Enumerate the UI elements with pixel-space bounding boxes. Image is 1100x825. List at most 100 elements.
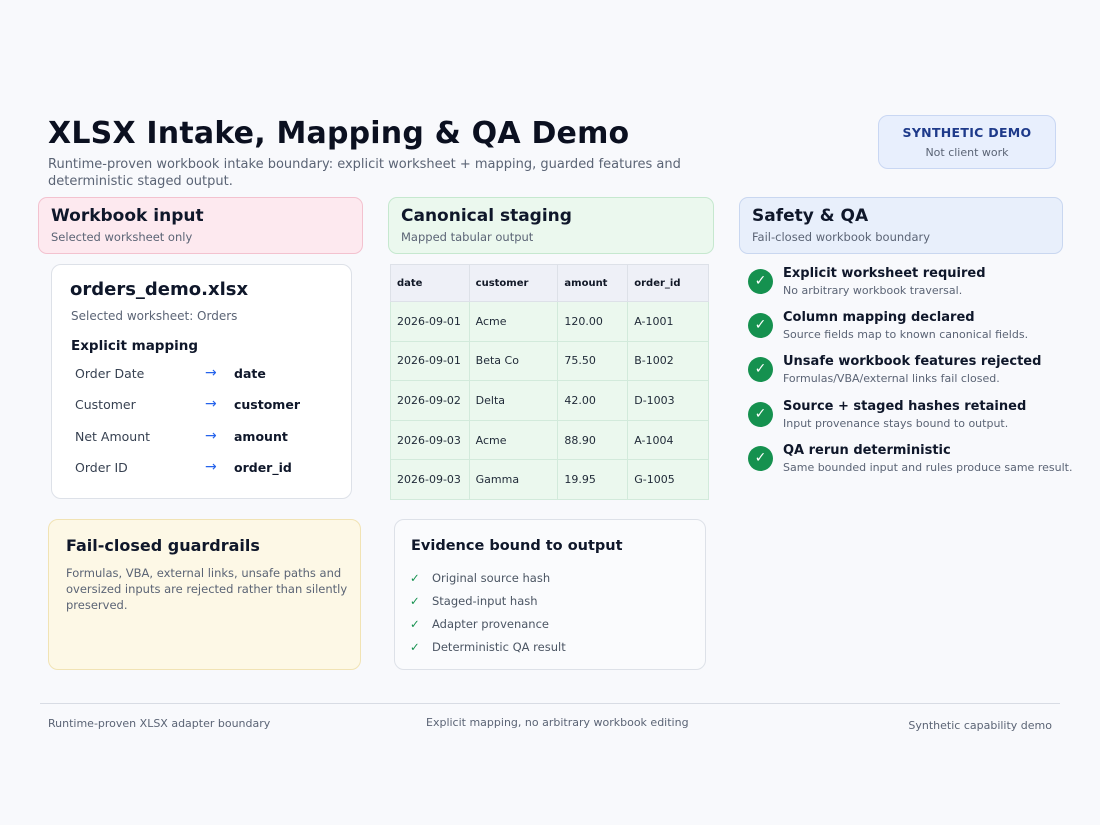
mapping-target: order_id bbox=[234, 460, 292, 475]
evidence-item: ✓ Original source hash bbox=[410, 571, 550, 585]
badge-subtitle: Not client work bbox=[925, 146, 1009, 159]
page-subtitle: Runtime-proven workbook intake boundary:… bbox=[48, 157, 681, 189]
table-row: 2026-09-03 Gamma 19.95 G-1005 bbox=[390, 459, 709, 500]
table-cell: 2026-09-02 bbox=[390, 380, 470, 421]
check-icon: ✓ bbox=[410, 571, 420, 585]
mapping-target: customer bbox=[234, 397, 300, 412]
staging-table: date customer amount order_id 2026-09-01… bbox=[390, 264, 709, 500]
footer-left: Runtime-proven XLSX adapter boundary bbox=[48, 717, 271, 730]
mapping-heading: Explicit mapping bbox=[71, 338, 199, 354]
table-cell: Acme bbox=[468, 419, 559, 461]
workbook-file-card: orders_demo.xlsx Selected worksheet: Ord… bbox=[51, 264, 352, 499]
column-header: customer bbox=[468, 264, 559, 302]
table-cell: G-1005 bbox=[627, 459, 709, 500]
mapping-source: Order ID bbox=[75, 460, 128, 475]
column-subheading: Mapped tabular output bbox=[401, 230, 534, 244]
footer-divider bbox=[40, 703, 1060, 704]
check-circle-icon: ✓ bbox=[748, 446, 773, 471]
table-cell: 2026-09-01 bbox=[390, 301, 470, 342]
check-icon: ✓ bbox=[410, 640, 420, 654]
evidence-heading: Evidence bound to output bbox=[411, 538, 623, 554]
qa-item-title: Explicit worksheet required bbox=[783, 266, 986, 281]
footer-right: Synthetic capability demo bbox=[908, 719, 1052, 732]
qa-item-subtitle: Same bounded input and rules produce sam… bbox=[783, 461, 1073, 474]
arrow-right-icon: → bbox=[205, 459, 217, 475]
table-cell: 2026-09-03 bbox=[390, 419, 470, 461]
table-cell: Gamma bbox=[468, 459, 559, 500]
mapping-target: date bbox=[234, 366, 266, 381]
table-cell: B-1002 bbox=[627, 340, 709, 382]
qa-item-subtitle: No arbitrary workbook traversal. bbox=[783, 284, 963, 297]
table-row: 2026-09-01 Beta Co 75.50 B-1002 bbox=[390, 340, 709, 382]
column-heading: Safety & QA bbox=[752, 206, 869, 226]
synthetic-demo-badge: SYNTHETIC DEMO Not client work bbox=[878, 115, 1056, 169]
column-header: amount bbox=[557, 264, 629, 302]
guardrails-card: Fail-closed guardrails Formulas, VBA, ex… bbox=[48, 519, 361, 670]
table-cell: 75.50 bbox=[557, 340, 629, 382]
table-cell: 120.00 bbox=[557, 301, 629, 342]
column-heading: Workbook input bbox=[51, 206, 204, 226]
column-heading: Canonical staging bbox=[401, 206, 572, 226]
qa-item-subtitle: Formulas/VBA/external links fail closed. bbox=[783, 372, 1000, 385]
safety-qa-header: Safety & QA Fail-closed workbook boundar… bbox=[739, 197, 1063, 254]
arrow-right-icon: → bbox=[205, 365, 217, 381]
table-cell: 19.95 bbox=[557, 459, 629, 500]
qa-item-title: Unsafe workbook features rejected bbox=[783, 354, 1042, 369]
qa-item-title: Column mapping declared bbox=[783, 310, 975, 325]
table-cell: A-1004 bbox=[627, 419, 709, 461]
qa-item-subtitle: Source fields map to known canonical fie… bbox=[783, 328, 1029, 341]
qa-item-subtitle: Input provenance stays bound to output. bbox=[783, 417, 1009, 430]
table-cell: Delta bbox=[468, 380, 559, 421]
guardrails-body: Formulas, VBA, external links, unsafe pa… bbox=[66, 566, 348, 612]
evidence-item-label: Deterministic QA result bbox=[432, 640, 566, 654]
table-cell: 42.00 bbox=[557, 380, 629, 421]
footer-center: Explicit mapping, no arbitrary workbook … bbox=[426, 716, 689, 729]
canonical-staging-header: Canonical staging Mapped tabular output bbox=[388, 197, 714, 254]
evidence-item-label: Staged-input hash bbox=[432, 594, 538, 608]
evidence-item: ✓ Staged-input hash bbox=[410, 594, 538, 608]
guardrails-heading: Fail-closed guardrails bbox=[66, 536, 260, 555]
evidence-item-label: Adapter provenance bbox=[432, 617, 549, 631]
check-circle-icon: ✓ bbox=[748, 402, 773, 427]
table-row: 2026-09-02 Delta 42.00 D-1003 bbox=[390, 380, 709, 421]
column-header: order_id bbox=[627, 264, 709, 302]
table-cell: Acme bbox=[468, 301, 559, 342]
mapping-target: amount bbox=[234, 429, 288, 444]
mapping-source: Customer bbox=[75, 397, 136, 412]
table-cell: 88.90 bbox=[557, 419, 629, 461]
arrow-right-icon: → bbox=[205, 428, 217, 444]
table-cell: 2026-09-01 bbox=[390, 340, 470, 382]
mapping-row: Order Date → date bbox=[75, 365, 335, 386]
column-subheading: Selected worksheet only bbox=[51, 230, 193, 244]
table-cell: D-1003 bbox=[627, 380, 709, 421]
check-icon: ✓ bbox=[410, 617, 420, 631]
table-cell: A-1001 bbox=[627, 301, 709, 342]
evidence-item: ✓ Deterministic QA result bbox=[410, 640, 566, 654]
evidence-card: Evidence bound to output ✓ Original sourc… bbox=[394, 519, 706, 670]
column-subheading: Fail-closed workbook boundary bbox=[752, 230, 931, 244]
mapping-source: Order Date bbox=[75, 366, 145, 381]
mapping-row: Net Amount → amount bbox=[75, 428, 335, 449]
evidence-item: ✓ Adapter provenance bbox=[410, 617, 549, 631]
evidence-item-label: Original source hash bbox=[432, 571, 551, 585]
check-circle-icon: ✓ bbox=[748, 313, 773, 338]
arrow-right-icon: → bbox=[205, 396, 217, 412]
file-name: orders_demo.xlsx bbox=[70, 279, 249, 300]
mapping-row: Order ID → order_id bbox=[75, 459, 335, 480]
badge-title: SYNTHETIC DEMO bbox=[902, 125, 1032, 140]
qa-item-title: QA rerun deterministic bbox=[783, 443, 951, 458]
qa-item-title: Source + staged hashes retained bbox=[783, 399, 1027, 414]
selected-worksheet: Selected worksheet: Orders bbox=[71, 309, 238, 323]
mapping-source: Net Amount bbox=[75, 429, 151, 444]
table-cell: 2026-09-03 bbox=[390, 459, 470, 500]
table-cell: Beta Co bbox=[468, 340, 559, 382]
table-row: 2026-09-03 Acme 88.90 A-1004 bbox=[390, 419, 709, 461]
check-circle-icon: ✓ bbox=[748, 357, 773, 382]
table-header-row: date customer amount order_id bbox=[390, 264, 709, 302]
check-icon: ✓ bbox=[410, 594, 420, 608]
column-header: date bbox=[390, 264, 470, 302]
page-title: XLSX Intake, Mapping & QA Demo bbox=[48, 116, 630, 151]
mapping-row: Customer → customer bbox=[75, 396, 335, 417]
workbook-input-header: Workbook input Selected worksheet only bbox=[38, 197, 363, 254]
check-circle-icon: ✓ bbox=[748, 269, 773, 294]
